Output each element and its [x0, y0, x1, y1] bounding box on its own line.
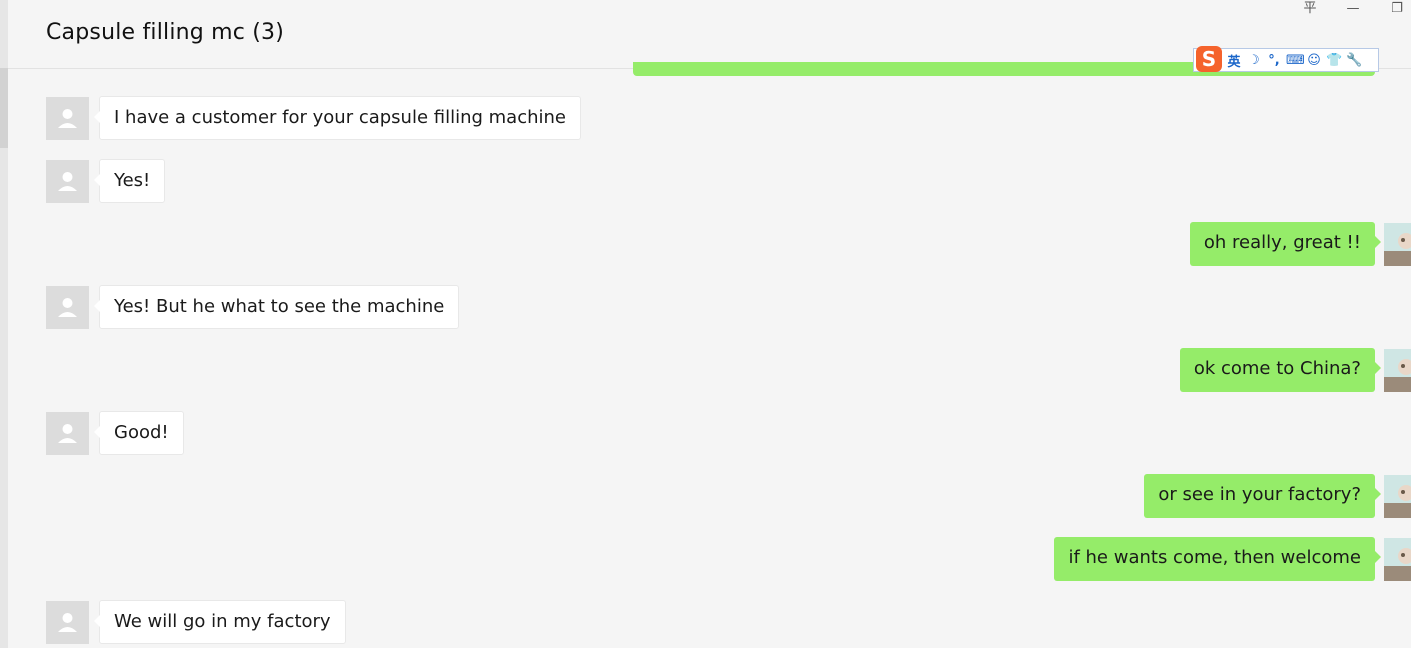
contact-avatar[interactable] — [46, 97, 89, 140]
message-row: oh really, great !! — [0, 222, 1411, 266]
self-avatar-photo-icon — [1384, 475, 1411, 518]
sogou-logo-icon[interactable]: S — [1196, 46, 1222, 72]
default-avatar-icon — [46, 412, 89, 455]
message-bubble-incoming[interactable]: I have a customer for your capsule filli… — [93, 96, 582, 140]
scrollbar-thumb[interactable] — [0, 68, 8, 148]
self-avatar[interactable] — [1384, 538, 1411, 581]
self-avatar[interactable] — [1384, 475, 1411, 518]
message-bubble-incoming[interactable]: Yes! — [93, 159, 166, 203]
default-avatar-icon — [46, 601, 89, 644]
default-avatar-icon — [46, 160, 89, 203]
message-bubble-incoming[interactable]: We will go in my factory — [94, 600, 346, 644]
message-bubble-incoming[interactable]: Good! — [94, 411, 184, 455]
user-icon[interactable]: ☺ — [1306, 53, 1322, 68]
restore-button[interactable]: ❐ — [1383, 0, 1411, 20]
message-bubble-outgoing[interactable]: if he wants come, then welcome — [1054, 537, 1381, 581]
contact-avatar[interactable] — [46, 601, 89, 644]
pin-icon[interactable]: 平 — [1296, 0, 1324, 20]
message-row: or see in your factory? — [0, 474, 1411, 518]
default-avatar-icon — [46, 97, 89, 140]
ime-language-toggle[interactable]: 英 — [1226, 51, 1242, 70]
message-row: if he wants come, then welcome — [0, 537, 1411, 581]
default-avatar-icon — [46, 286, 89, 329]
self-avatar-photo-icon — [1384, 538, 1411, 581]
moon-icon[interactable]: ☽ — [1246, 53, 1262, 68]
keyboard-icon[interactable]: ⌨ — [1286, 53, 1305, 68]
minimize-button[interactable]: — — [1339, 0, 1367, 20]
self-avatar-photo-icon — [1384, 349, 1411, 392]
message-bubble-outgoing[interactable]: oh really, great !! — [1189, 222, 1382, 266]
chat-title: Capsule filling mc (3) — [46, 20, 285, 45]
self-avatar[interactable] — [1384, 349, 1411, 392]
contact-avatar[interactable] — [46, 160, 89, 203]
punctuation-icon[interactable]: °, — [1266, 53, 1282, 68]
message-bubble-outgoing[interactable]: or see in your factory? — [1144, 474, 1381, 518]
self-avatar[interactable] — [1384, 223, 1411, 266]
self-avatar-photo-icon — [1384, 223, 1411, 266]
contact-avatar[interactable] — [46, 412, 89, 455]
skin-shirt-icon[interactable]: 👕 — [1326, 53, 1342, 68]
message-bubble-incoming[interactable]: Yes! But he what to see the machine — [93, 285, 460, 329]
wrench-icon[interactable]: 🔧 — [1346, 53, 1362, 68]
message-row: ok come to China? — [0, 348, 1411, 392]
chat-window: Capsule filling mc (3) 平 — ❐ S 英 ☽ °, ⌨ … — [0, 0, 1411, 648]
contact-avatar[interactable] — [46, 286, 89, 329]
ime-toolbar[interactable]: S 英 ☽ °, ⌨ ☺ 👕 🔧 — [1193, 46, 1379, 72]
message-bubble-outgoing[interactable]: ok come to China? — [1179, 348, 1382, 392]
